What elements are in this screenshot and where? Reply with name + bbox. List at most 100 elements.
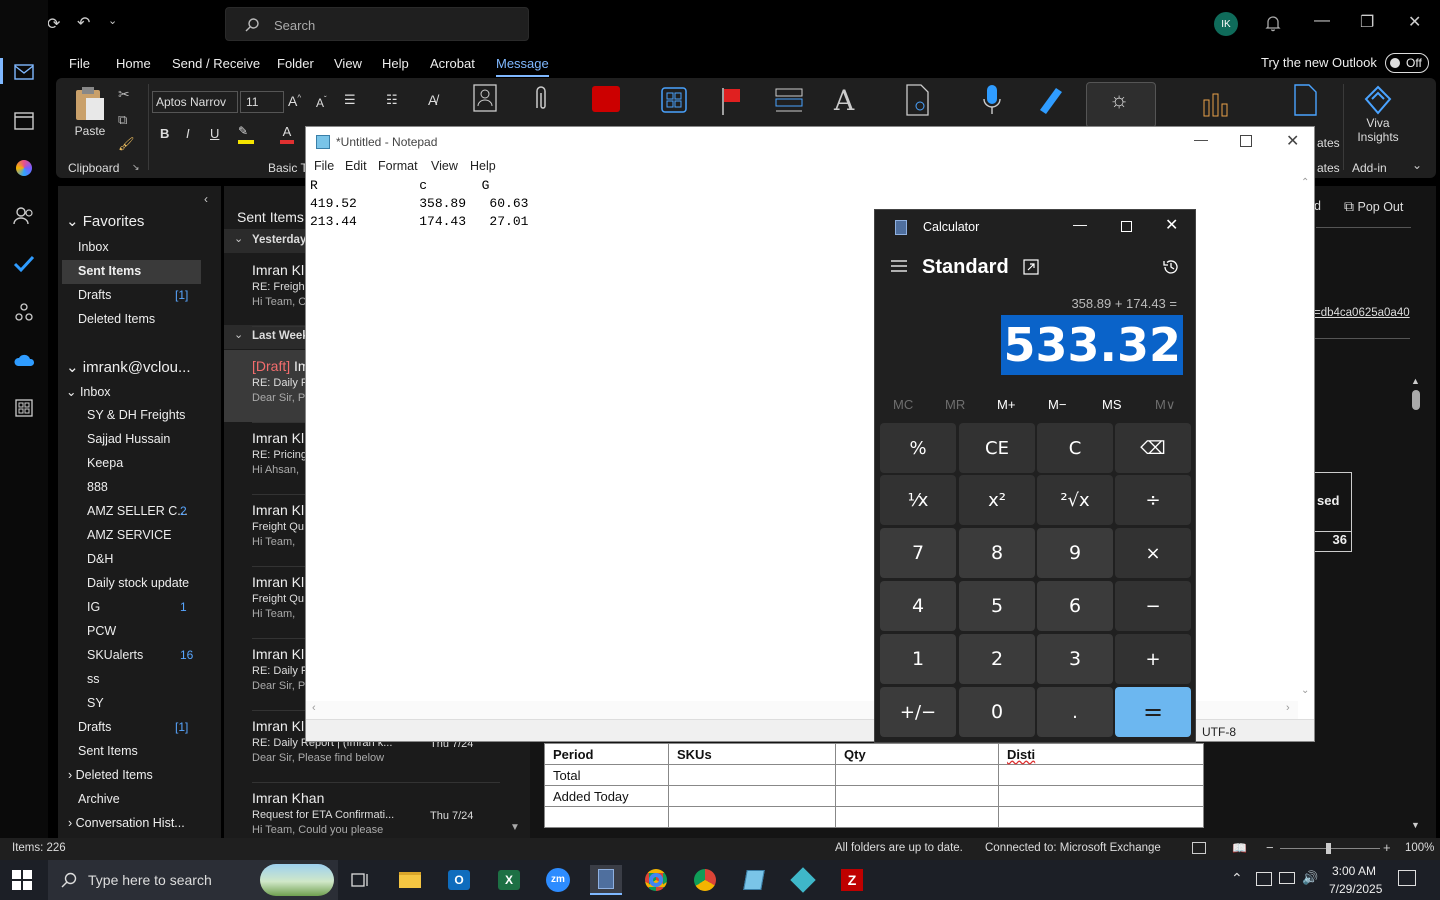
mail-icon[interactable] (12, 60, 36, 84)
excel-taskbar-icon[interactable]: X (493, 865, 525, 895)
normal-view-icon[interactable] (1192, 842, 1206, 854)
avatar[interactable]: IK (1214, 12, 1238, 36)
inbox-subfolder[interactable]: SY (87, 696, 104, 710)
calculator-display[interactable]: 533.32 (1001, 315, 1183, 375)
clear-formatting-icon[interactable]: A̸ (428, 92, 437, 108)
calc-key[interactable]: 8 (959, 528, 1035, 578)
tab-file[interactable]: File (69, 56, 90, 71)
volume-icon[interactable]: 🔊 (1302, 870, 1318, 886)
scroll-up-icon[interactable]: ⌃ (1301, 177, 1309, 188)
calc-key[interactable]: 4 (880, 581, 956, 631)
collapse-ribbon-icon[interactable]: ⌄ (1412, 158, 1422, 172)
check-accessibility-icon[interactable] (904, 84, 930, 116)
font-name-select[interactable]: Aptos Narrov (152, 91, 238, 113)
search-box[interactable]: Search (225, 7, 529, 41)
notepad-menu-help[interactable]: Help (470, 159, 496, 173)
fav-drafts[interactable]: Drafts (78, 288, 111, 302)
calc-key[interactable]: ²√x (1037, 475, 1113, 525)
calc-key[interactable]: % (880, 423, 956, 473)
address-book-icon[interactable] (472, 84, 498, 112)
chrome-profile-taskbar-icon[interactable] (689, 865, 721, 895)
apps-icon[interactable] (660, 86, 688, 114)
fav-sent-items[interactable]: Sent Items (78, 264, 141, 278)
inbox-subfolder[interactable]: D&H (87, 552, 113, 566)
calc-key[interactable]: ⌫ (1115, 423, 1191, 473)
tab-help[interactable]: Help (382, 56, 409, 71)
calc-key[interactable]: 5 (959, 581, 1035, 631)
close-icon[interactable]: ✕ (1408, 12, 1421, 32)
inbox-subfolder[interactable]: AMZ SERVICE (87, 528, 172, 542)
attach-pdf-icon[interactable] (592, 86, 620, 112)
zoom-in-button[interactable]: + (1383, 840, 1391, 855)
scroll-up-icon[interactable]: ▲ (1411, 376, 1420, 386)
clock-date[interactable]: 7/29/2025 (1329, 882, 1382, 896)
dictate-microphone-icon[interactable] (982, 84, 1002, 116)
clipboard-launcher-icon[interactable]: ↘ (132, 162, 140, 173)
inbox-subfolder[interactable]: SY & DH Freights (87, 408, 185, 422)
italic-button[interactable]: I (186, 126, 190, 141)
memory-button[interactable]: MS (1102, 397, 1122, 412)
calc-key[interactable]: 1 (880, 634, 956, 684)
inbox-subfolder[interactable]: AMZ SELLER C... (87, 504, 188, 518)
calc-key[interactable]: CE (959, 423, 1035, 473)
calculator-minimize-icon[interactable]: — (1073, 216, 1087, 232)
inbox-subfolder[interactable]: Keepa (87, 456, 123, 470)
numbering-icon[interactable]: ☷ (386, 92, 398, 108)
show-hidden-icons[interactable]: ⌃ (1231, 870, 1243, 887)
underline-button[interactable]: U (210, 126, 219, 141)
people-icon[interactable] (12, 204, 36, 228)
folder-item[interactable]: › Conversation Hist... (68, 816, 185, 830)
folder-item[interactable]: Archive (78, 792, 120, 806)
inbox-folder[interactable]: ⌄ Inbox (66, 384, 111, 399)
memory-button[interactable]: MR (945, 397, 965, 412)
calc-key[interactable]: + (1115, 634, 1191, 684)
calc-key[interactable]: 2 (959, 634, 1035, 684)
collapse-folder-pane-icon[interactable]: ‹ (204, 192, 208, 206)
inbox-subfolder[interactable]: Daily stock update (87, 576, 189, 590)
clock-time[interactable]: 3:00 AM (1332, 864, 1376, 878)
calc-key[interactable]: 0 (959, 687, 1035, 737)
email-link[interactable]: =db4ca0625a0a40 (1314, 307, 1410, 319)
scroll-left-icon[interactable]: ‹ (312, 702, 316, 714)
account-header[interactable]: ⌄ imrank@vclou... (66, 358, 191, 376)
scroll-right-icon[interactable]: › (1286, 702, 1290, 714)
notepad-menu-edit[interactable]: Edit (345, 159, 367, 173)
history-icon[interactable] (1162, 258, 1180, 276)
viva-insights-button[interactable]: Viva Insights (1350, 84, 1406, 154)
notepad-menu-format[interactable]: Format (378, 159, 418, 173)
network-icon[interactable] (1279, 872, 1295, 884)
calc-key[interactable]: 6 (1037, 581, 1113, 631)
notepad-menu-view[interactable]: View (431, 159, 458, 173)
bold-button[interactable]: B (160, 126, 169, 141)
tab-send-receive[interactable]: Send / Receive (172, 56, 260, 71)
sync-icon[interactable]: ⟳ (47, 14, 60, 34)
font-size-select[interactable]: 11 (240, 91, 284, 113)
inbox-subfolder[interactable]: IG (87, 600, 100, 614)
keep-on-top-icon[interactable] (1023, 259, 1039, 275)
attach-file-icon[interactable] (532, 84, 550, 114)
notepad-menu-file[interactable]: File (314, 159, 334, 173)
calc-key[interactable]: × (1115, 528, 1191, 578)
calc-key[interactable]: ⅟x (880, 475, 956, 525)
minimize-icon[interactable]: — (1314, 12, 1330, 30)
calc-key[interactable]: − (1115, 581, 1191, 631)
more-apps-icon[interactable] (12, 396, 36, 420)
favorites-header[interactable]: ⌄ Favorites (66, 212, 144, 230)
scroll-down-icon[interactable]: ▼ (1411, 820, 1420, 830)
bullets-icon[interactable]: ☰ (344, 92, 356, 108)
reading-scrollbar[interactable]: ▲ ▼ (1410, 376, 1422, 830)
zoom-out-button[interactable]: − (1266, 840, 1274, 855)
calculator-taskbar-icon[interactable] (590, 865, 622, 895)
folder-item[interactable]: › Deleted Items (68, 768, 153, 782)
file-explorer-icon[interactable] (394, 865, 426, 895)
taskbar-search-box[interactable]: Type here to search (48, 860, 338, 900)
grow-font-icon[interactable]: A^ (288, 93, 301, 109)
calc-key[interactable]: . (1037, 687, 1113, 737)
fav-inbox[interactable]: Inbox (78, 240, 109, 254)
paste-button[interactable]: Paste (68, 84, 112, 154)
hamburger-menu-icon[interactable] (891, 259, 907, 273)
undo-icon[interactable]: ↶ (77, 13, 90, 33)
notepad-vertical-scrollbar[interactable]: ⌃ ⌄ (1298, 177, 1314, 701)
tab-acrobat[interactable]: Acrobat (430, 56, 475, 71)
inbox-subfolder[interactable]: Sajjad Hussain (87, 432, 170, 446)
